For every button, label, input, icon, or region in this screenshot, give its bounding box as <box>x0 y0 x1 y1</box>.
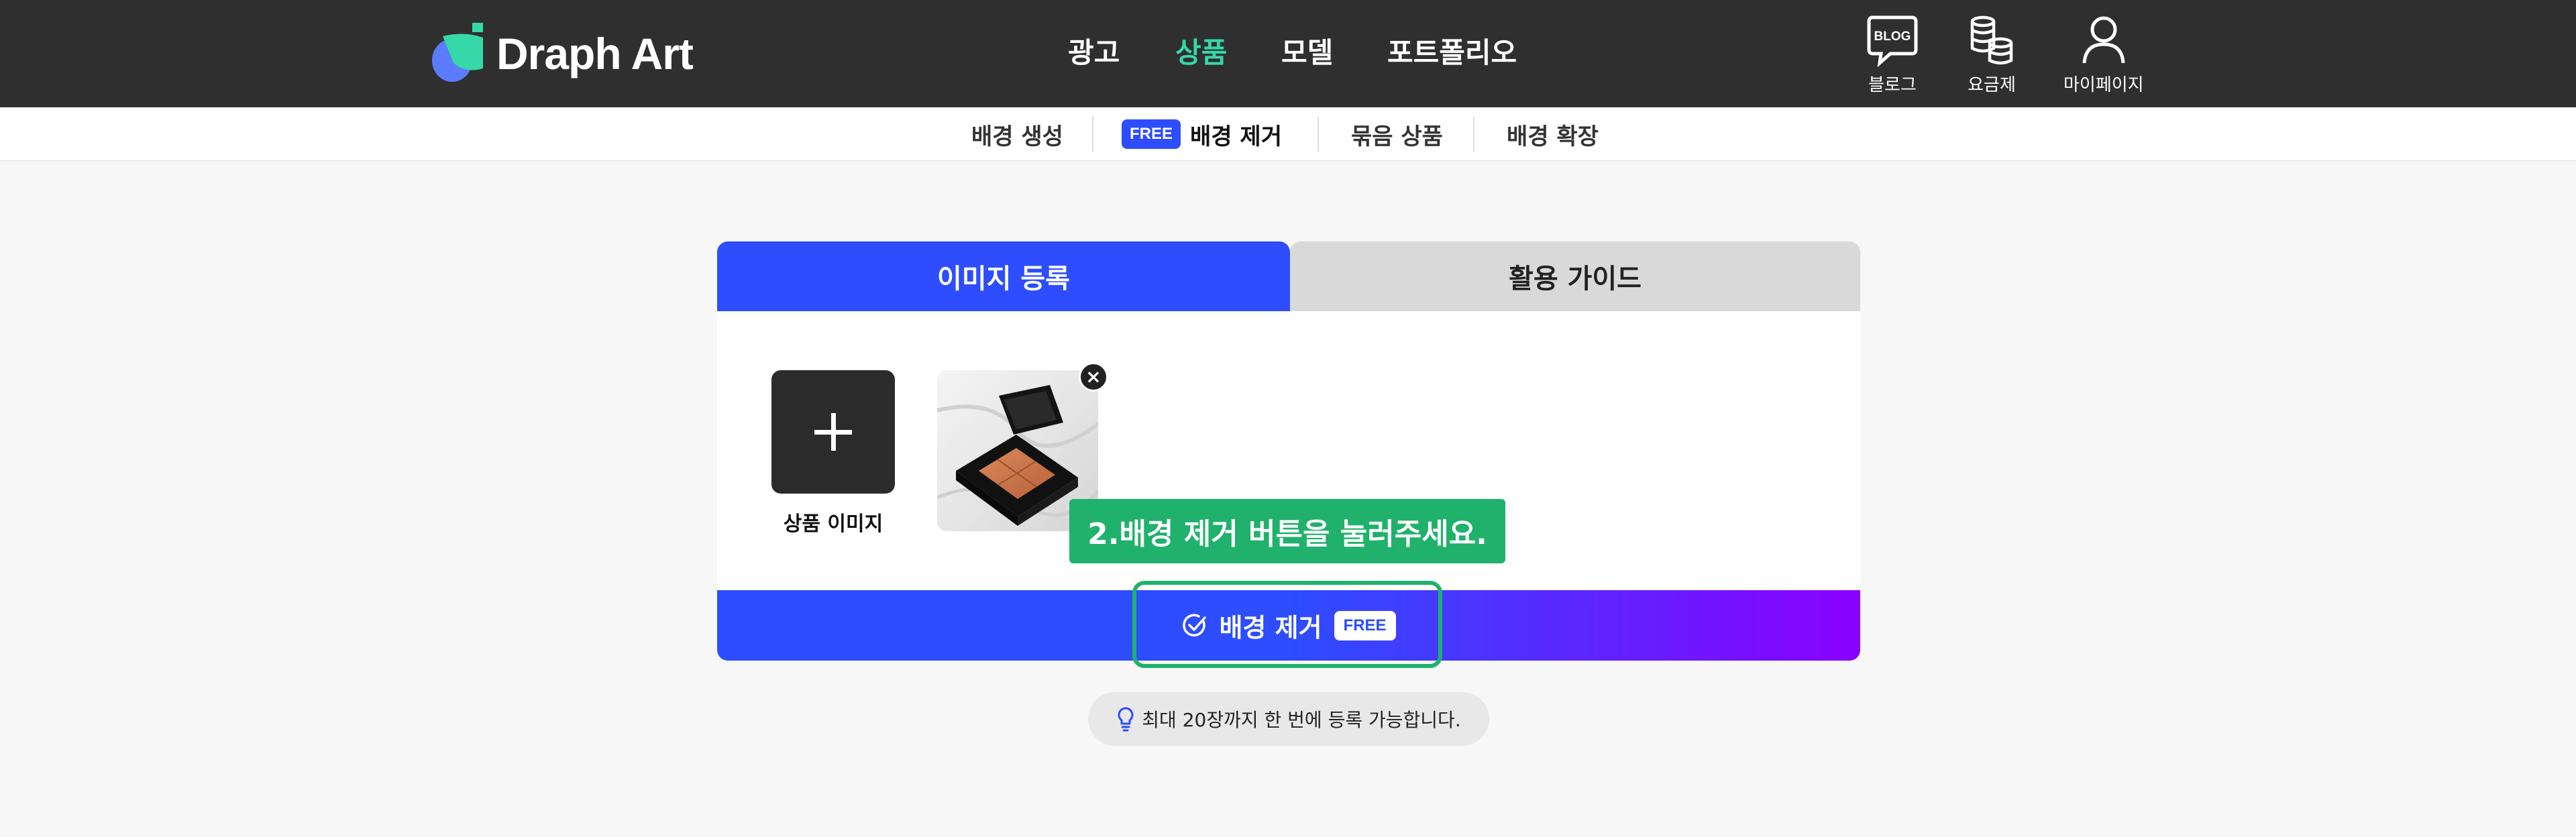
free-badge: FREE <box>1334 610 1396 640</box>
mypage-link[interactable]: 마이페이지 <box>2063 15 2144 96</box>
nav-ads[interactable]: 광고 <box>1068 31 1120 75</box>
nav-model[interactable]: 모델 <box>1281 31 1333 75</box>
free-badge: FREE <box>1122 119 1181 149</box>
pricing-link[interactable]: 요금제 <box>1963 15 2021 96</box>
subnav-label: 배경 확장 <box>1507 123 1599 150</box>
add-image-label: 상품 이미지 <box>783 512 883 536</box>
subnav-label: 배경 생성 <box>971 123 1063 150</box>
top-bar: Draph Art 광고 상품 모델 포트폴리오 BLOG 블로그 요금제 마이… <box>0 0 2576 107</box>
subnav-label: 묶음 상품 <box>1351 123 1443 150</box>
mypage-label: 마이페이지 <box>2063 75 2144 95</box>
remove-background-content: 배경 제거 FREE <box>1181 607 1396 644</box>
add-image-button[interactable] <box>771 370 895 494</box>
subnav-label: 배경 제거 <box>1190 123 1282 150</box>
guide-tooltip: 2.배경 제거 버튼을 눌러주세요. <box>1069 499 1505 563</box>
tab-image-upload[interactable]: 이미지 등록 <box>717 241 1290 311</box>
subnav-divider <box>1318 117 1319 152</box>
hint-text: 최대 20장까지 한 번에 등록 가능합니다. <box>1142 709 1461 731</box>
nav-portfolio[interactable]: 포트폴리오 <box>1387 31 1517 75</box>
blog-icon-text: BLOG <box>1874 30 1911 44</box>
tab-usage-guide[interactable]: 활용 가이드 <box>1290 241 1860 311</box>
subnav-divider <box>1473 117 1474 152</box>
subnav-background-generate[interactable]: 배경 생성 <box>971 107 1063 161</box>
nav-product[interactable]: 상품 <box>1175 31 1227 75</box>
draph-logo-icon <box>432 23 483 82</box>
pricing-label: 요금제 <box>1968 75 2016 95</box>
coins-icon <box>1970 15 2013 65</box>
brand-name: Draph Art <box>496 29 694 78</box>
blog-link[interactable]: BLOG 블로그 <box>1864 15 1921 96</box>
subnav-background-expand[interactable]: 배경 확장 <box>1507 107 1599 161</box>
sub-nav: 배경 생성 FREE 배경 제거 묶음 상품 배경 확장 <box>0 107 2576 161</box>
remove-thumbnail-button[interactable]: × <box>1079 362 1108 392</box>
lightbulb-icon <box>1118 707 1134 732</box>
blog-icon: BLOG <box>1867 15 1918 67</box>
upload-limit-hint: 최대 20장까지 한 번에 등록 가능합니다. <box>1088 692 1489 746</box>
upload-panel: 이미지 등록 활용 가이드 상품 이미지 × 배경 제거 FREE <box>717 241 1860 661</box>
remove-background-button[interactable]: 배경 제거 FREE <box>717 590 1860 661</box>
subnav-background-remove[interactable]: FREE 배경 제거 <box>1122 107 1282 161</box>
subnav-bundle-product[interactable]: 묶음 상품 <box>1351 107 1443 161</box>
blog-label: 블로그 <box>1868 75 1917 95</box>
subnav-divider <box>1092 117 1093 152</box>
plus-icon-stroke <box>830 413 836 451</box>
close-icon: × <box>1085 366 1102 388</box>
user-icon <box>2082 16 2125 64</box>
check-circle-icon <box>1183 614 1207 636</box>
remove-background-label: 배경 제거 <box>1219 613 1322 643</box>
brand-logo[interactable]: Draph Art <box>429 21 694 86</box>
